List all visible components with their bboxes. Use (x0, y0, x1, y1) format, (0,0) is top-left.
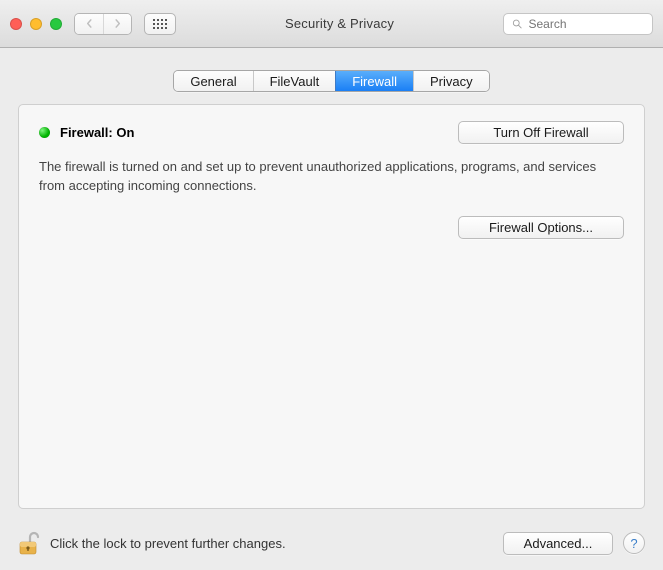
grid-icon (153, 19, 167, 29)
window-controls (10, 18, 62, 30)
minimize-button[interactable] (30, 18, 42, 30)
tab-privacy[interactable]: Privacy (413, 71, 489, 91)
nav-buttons (74, 13, 132, 35)
chevron-right-icon (113, 19, 122, 28)
tab-filevault[interactable]: FileVault (253, 71, 336, 91)
titlebar: Security & Privacy (0, 0, 663, 48)
back-button[interactable] (75, 14, 103, 34)
firewall-status-label: Firewall: On (60, 125, 134, 140)
page-title: Security & Privacy (184, 16, 495, 31)
help-button[interactable]: ? (623, 532, 645, 554)
firewall-description: The firewall is turned on and set up to … (39, 158, 624, 196)
search-icon (512, 18, 523, 30)
forward-button[interactable] (103, 14, 131, 34)
advanced-button[interactable]: Advanced... (503, 532, 613, 555)
tab-general[interactable]: General (174, 71, 252, 91)
show-all-button[interactable] (144, 13, 176, 35)
close-button[interactable] (10, 18, 22, 30)
status-indicator-icon (39, 127, 50, 138)
search-input[interactable] (529, 17, 645, 31)
firewall-panel: Firewall: On Turn Off Firewall The firew… (18, 104, 645, 509)
search-field[interactable] (503, 13, 653, 35)
firewall-options-button[interactable]: Firewall Options... (458, 216, 624, 239)
turn-off-firewall-button[interactable]: Turn Off Firewall (458, 121, 624, 144)
lock-help-text: Click the lock to prevent further change… (50, 536, 493, 551)
footer: Click the lock to prevent further change… (0, 518, 663, 570)
tab-firewall[interactable]: Firewall (335, 71, 413, 91)
tab-bar: General FileVault Firewall Privacy (18, 70, 645, 92)
content-area: General FileVault Firewall Privacy Firew… (0, 48, 663, 509)
chevron-left-icon (85, 19, 94, 28)
zoom-button[interactable] (50, 18, 62, 30)
lock-icon[interactable] (18, 530, 40, 556)
